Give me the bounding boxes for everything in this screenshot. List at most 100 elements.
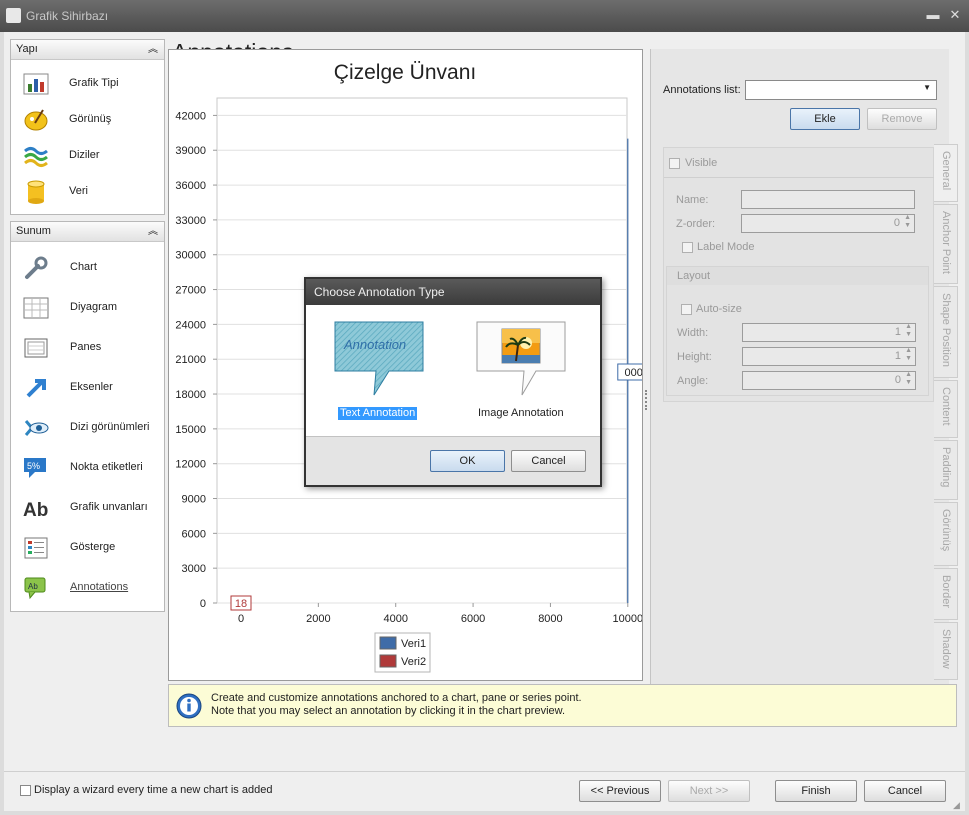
image-annotation-label[interactable]: Image Annotation <box>478 407 564 419</box>
nav-item-series[interactable]: Diziler <box>11 138 163 174</box>
cancel-button[interactable]: Cancel <box>864 780 946 802</box>
nav-item-axes[interactable]: Eksenler <box>11 370 163 406</box>
nav-item-label: Görünüş <box>69 113 112 125</box>
previous-button[interactable]: << Previous <box>579 780 661 802</box>
name-field[interactable] <box>741 190 915 209</box>
angle-stepper[interactable]: 0 ▲ ▼ <box>742 371 916 390</box>
x-tick-label: 4000 <box>383 613 407 625</box>
nav-item-label: Nokta etiketleri <box>70 461 143 473</box>
tab-padding[interactable]: Padding <box>934 440 958 500</box>
info-line-2: Note that you may select an annotation b… <box>211 705 566 717</box>
wrench-icon <box>25 256 48 279</box>
nav-item-label: Diyagram <box>70 301 118 313</box>
info-icon <box>176 693 202 719</box>
nav-item-legend[interactable]: Gösterge <box>11 530 163 566</box>
diagram-icon <box>23 297 49 319</box>
svg-text:Ab: Ab <box>28 582 38 591</box>
nav-item-chart[interactable]: Chart <box>11 250 163 286</box>
nav-item-data[interactable]: Veri <box>11 174 163 210</box>
autosize-checkbox[interactable] <box>681 304 692 315</box>
chevron-down-icon[interactable]: ▼ <box>923 83 931 92</box>
footer-divider <box>4 771 965 772</box>
angle-value: 0 <box>894 374 901 386</box>
point-labels-icon: 5% <box>24 458 46 478</box>
tab-label: Shape Position <box>940 293 952 367</box>
tab-general[interactable]: General <box>934 144 958 202</box>
zorder-stepper[interactable]: 0 ▲ ▼ <box>741 214 915 233</box>
text-annotation-label[interactable]: Text Annotation <box>338 407 418 420</box>
remove-button[interactable]: Remove <box>867 108 937 130</box>
nav-item-panes[interactable]: Panes <box>11 330 163 366</box>
add-button[interactable]: Ekle <box>790 108 860 130</box>
minimize-icon[interactable]: ▬ <box>926 8 940 22</box>
tab-border[interactable]: Border <box>934 568 958 620</box>
x-tick-label: 2000 <box>306 613 330 625</box>
nav-item-label: Chart <box>70 261 97 273</box>
dialog-cancel-button[interactable]: Cancel <box>511 450 586 472</box>
nav-item-label: Gösterge <box>70 541 116 553</box>
nav-item-titles[interactable]: Ab Grafik unvanları <box>11 490 163 526</box>
spin-arrows-icon[interactable]: ▲ ▼ <box>905 323 912 339</box>
height-label: Height: <box>677 351 712 363</box>
y-tick-label: 6000 <box>182 528 206 540</box>
app-icon <box>6 8 21 23</box>
nav-item-label: Dizi görünümleri <box>70 421 150 433</box>
nav-group-title: Yapı <box>16 43 38 55</box>
legend-swatch <box>379 636 397 650</box>
tab-label: Padding <box>940 447 952 488</box>
properties-pane: Annotations list: ▼ Ekle Remove Visible … <box>650 49 949 684</box>
next-button[interactable]: Next >> <box>668 780 750 802</box>
collapse-chevron-icon[interactable]: ︽ <box>148 40 158 59</box>
nav-item-label: Panes <box>70 341 102 353</box>
image-annotation-option[interactable] <box>476 321 566 397</box>
legend-label: Veri1 <box>401 638 426 650</box>
layout-title: Layout <box>677 270 711 282</box>
visible-label: Visible <box>685 157 718 169</box>
nav-item-series-views[interactable]: Dizi görünümleri <box>11 410 163 446</box>
zorder-label: Z-order: <box>676 218 716 230</box>
tab-label: Content <box>940 387 952 426</box>
nav-group-header[interactable]: Yapı ︽ <box>11 40 164 60</box>
ok-button[interactable]: OK <box>430 450 505 472</box>
window-titlebar: Grafik Sihirbazı ▬ ✕ <box>0 0 969 32</box>
nav-item-annotations[interactable]: Ab Annotations <box>11 570 163 606</box>
close-icon[interactable]: ✕ <box>948 8 962 22</box>
nav-item-appearance[interactable]: Görünüş <box>11 102 163 138</box>
visible-checkbox[interactable] <box>669 158 680 169</box>
svg-text:Ab: Ab <box>23 500 48 521</box>
nav-item-diagram[interactable]: Diyagram <box>11 290 163 326</box>
height-stepper[interactable]: 1 ▲ ▼ <box>742 347 916 366</box>
nav-item-label: Diziler <box>69 149 100 161</box>
spin-arrows-icon[interactable]: ▲ ▼ <box>905 371 912 387</box>
finish-button[interactable]: Finish <box>775 780 857 802</box>
width-stepper[interactable]: 1 ▲ ▼ <box>742 323 916 342</box>
nav-item-chart-type[interactable]: Grafik Tipi <box>11 66 163 102</box>
show-wizard-checkbox[interactable] <box>20 785 31 796</box>
x-tick-label: 8000 <box>538 613 562 625</box>
tab-content[interactable]: Content <box>934 380 958 438</box>
tab-shadow[interactable]: Shadow <box>934 622 958 680</box>
collapse-chevron-icon[interactable]: ︽ <box>148 222 158 241</box>
text-annotation-option[interactable]: Annotation <box>334 321 424 397</box>
tab-anchor-point[interactable]: Anchor Point <box>934 204 958 284</box>
resize-grip-icon[interactable]: ◢ <box>953 800 963 810</box>
splitter-handle[interactable] <box>645 390 649 410</box>
label-mode-checkbox[interactable] <box>682 242 693 253</box>
y-tick-label: 21000 <box>175 354 206 366</box>
info-bar: Create and customize annotations anchore… <box>168 684 957 727</box>
y-tick-label: 30000 <box>175 250 206 262</box>
tab-shape-position[interactable]: Shape Position <box>934 286 958 378</box>
nav-group-header[interactable]: Sunum ︽ <box>11 222 164 242</box>
annotations-list-select[interactable]: ▼ <box>745 80 937 100</box>
name-label: Name: <box>676 194 709 206</box>
width-label: Width: <box>677 327 709 339</box>
y-tick-label: 24000 <box>175 319 206 331</box>
text-annotation-icon <box>334 321 424 396</box>
tab-label: Border <box>940 575 952 609</box>
tab-appearance[interactable]: Görünüş <box>934 502 958 566</box>
nav-item-point-labels[interactable]: 5% Nokta etiketleri <box>11 450 163 486</box>
series-veri2-label: 18 <box>235 598 247 610</box>
annotations-list-label: Annotations list: <box>663 84 741 96</box>
spin-arrows-icon[interactable]: ▲ ▼ <box>905 347 912 363</box>
spin-arrows-icon[interactable]: ▲ ▼ <box>904 214 911 230</box>
